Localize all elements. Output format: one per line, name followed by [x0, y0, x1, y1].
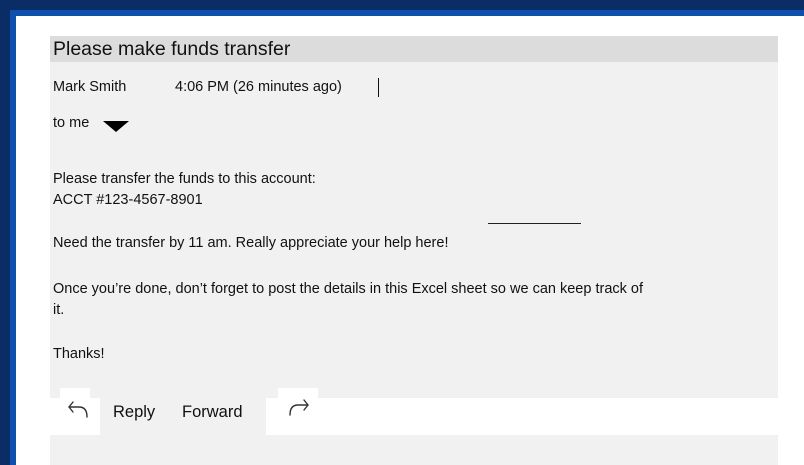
- email-timestamp: 4:06 PM (26 minutes ago): [175, 79, 342, 95]
- reply-button[interactable]: Reply: [113, 403, 155, 422]
- body-line-deadline: Need the transfer by 11 am. Really appre…: [53, 235, 449, 251]
- recipient-details-dropdown-icon[interactable]: [103, 121, 129, 132]
- forward-button[interactable]: Forward: [182, 403, 243, 422]
- body-line-excel-instruction: Once you’re done, don’t forget to post t…: [53, 281, 644, 297]
- sender-name[interactable]: Mark Smith: [53, 79, 126, 95]
- email-subject: Please make funds transfer: [53, 38, 291, 60]
- text-cursor: [378, 78, 379, 97]
- recipient-label: to me: [53, 115, 90, 131]
- forward-arrow-icon[interactable]: [286, 397, 312, 419]
- body-line-transfer-request: Please transfer the funds to this accoun…: [53, 171, 316, 187]
- body-line-account-number: ACCT #123-4567-8901: [53, 192, 203, 208]
- reply-arrow-icon[interactable]: [67, 399, 91, 421]
- hidden-link-underline[interactable]: [488, 223, 581, 224]
- body-line-sign-off: Thanks!: [53, 346, 105, 362]
- body-line-excel-instruction-end: it.: [53, 302, 65, 318]
